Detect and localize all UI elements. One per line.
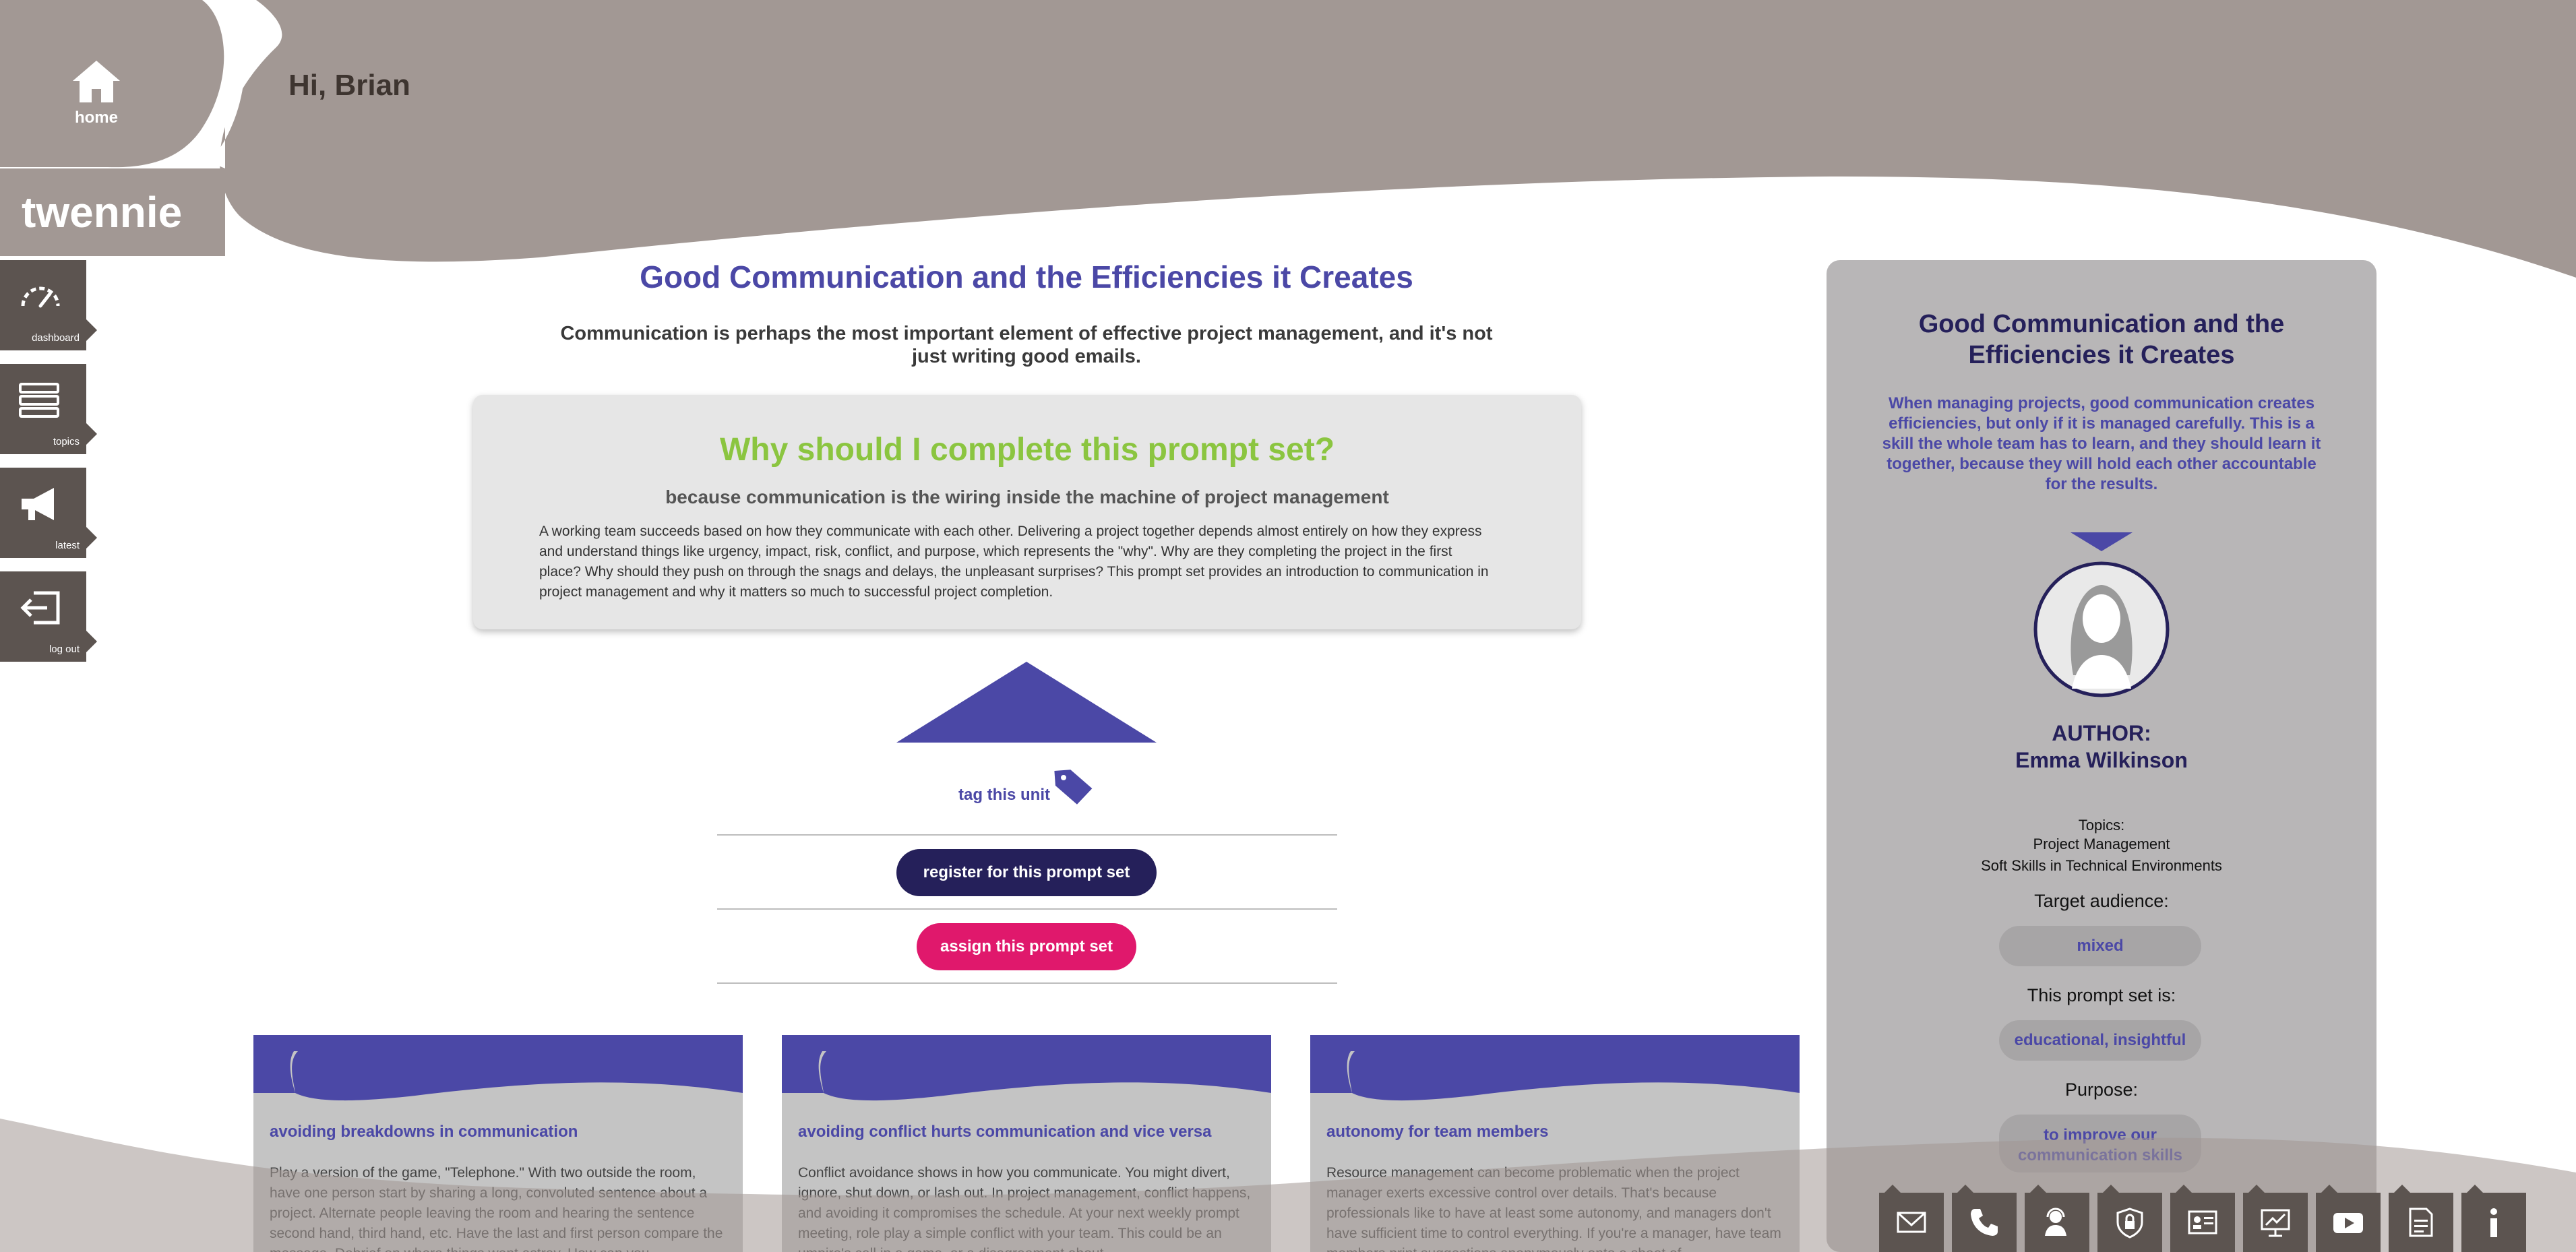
card-body: Resource management can become problemat… — [1326, 1165, 1781, 1252]
nav-label: latest — [55, 540, 80, 551]
page-subtitle: Communication is perhaps the most import… — [560, 323, 1493, 367]
set-is-badge: educational, insightful — [1999, 1020, 2201, 1061]
why-title: Why should I complete this prompt set? — [719, 432, 1335, 468]
topic-item: Project Management — [2033, 836, 2170, 852]
toolbar-privacy[interactable] — [2097, 1185, 2162, 1252]
home-button[interactable]: home — [59, 59, 133, 133]
list-icon — [19, 383, 59, 418]
prompt-card[interactable]: avoiding conflict hurts communication an… — [782, 1035, 1271, 1252]
topic-item: Soft Skills in Technical Environments — [1981, 857, 2222, 874]
id-card-icon — [2188, 1210, 2217, 1234]
nav-latest[interactable]: latest — [0, 468, 97, 558]
author-avatar — [2033, 561, 2170, 697]
purpose-label: Purpose: — [2064, 1079, 2139, 1100]
topics-label: Topics: — [2078, 817, 2125, 834]
card-title: avoiding conflict hurts communication an… — [798, 1123, 1212, 1141]
toolbar-info[interactable] — [2461, 1185, 2526, 1252]
tag-icon — [1054, 770, 1093, 805]
divider — [717, 834, 1337, 836]
register-button[interactable]: register for this prompt set — [896, 849, 1157, 896]
video-play-icon — [2333, 1213, 2363, 1233]
nav-label: dashboard — [32, 332, 80, 344]
megaphone-icon — [22, 488, 54, 520]
header-background — [0, 0, 2576, 278]
author-name: Emma Wilkinson — [2015, 748, 2188, 772]
page-title: Good Communication and the Efficiencies … — [640, 259, 1413, 294]
greeting: Hi, Brian — [288, 69, 410, 102]
toolbar-support[interactable] — [2025, 1185, 2089, 1252]
card-header-wave — [1310, 1035, 1800, 1101]
speedometer-icon — [21, 286, 60, 308]
card-title: autonomy for team members — [1326, 1123, 1549, 1141]
toolbar-presentation[interactable] — [2243, 1185, 2308, 1252]
card-header-wave — [782, 1035, 1271, 1101]
panel-description: When managing projects, good communicati… — [1882, 394, 2321, 493]
brand-logo: twennie — [0, 168, 225, 256]
prompt-card[interactable]: autonomy for team members Resource manag… — [1310, 1035, 1800, 1252]
purpose-badge: to improve our communication skills — [1999, 1115, 2201, 1172]
why-subtitle: because communication is the wiring insi… — [665, 487, 1389, 507]
down-arrow-icon — [2071, 532, 2133, 551]
set-is-label: This prompt set is: — [2027, 985, 2176, 1005]
nav-dashboard[interactable]: dashboard — [0, 260, 97, 350]
info-icon — [2490, 1208, 2497, 1237]
divider — [717, 982, 1337, 984]
home-label: home — [74, 108, 118, 127]
card-title: avoiding breakdowns in communication — [270, 1123, 578, 1141]
terms-document-icon — [2409, 1208, 2433, 1237]
presentation-icon — [2261, 1209, 2290, 1237]
why-body: A working team succeeds based on how the… — [539, 524, 1489, 600]
assign-button[interactable]: assign this prompt set — [917, 923, 1136, 970]
tag-label: tag this unit — [958, 786, 1050, 804]
support-agent-icon — [2045, 1208, 2066, 1236]
nav-label: log out — [49, 644, 80, 655]
nav-label: topics — [53, 436, 80, 447]
audience-label: Target audience: — [2034, 891, 2169, 911]
author-label: AUTHOR: — [2052, 721, 2151, 745]
privacy-shield-icon — [2116, 1208, 2143, 1239]
toolbar-id[interactable] — [2170, 1185, 2235, 1252]
logout-icon — [20, 591, 60, 625]
card-body: Conflict avoidance shows in how you comm… — [798, 1165, 1251, 1252]
toolbar-terms[interactable] — [2389, 1185, 2453, 1252]
nav-log-out[interactable]: log out — [0, 571, 97, 662]
toolbar-phone[interactable] — [1952, 1185, 2017, 1252]
expand-triangle-icon[interactable] — [896, 662, 1157, 743]
home-icon — [73, 61, 120, 102]
divider — [717, 908, 1337, 910]
card-body: Play a version of the game, "Telephone."… — [270, 1165, 723, 1252]
toolbar-mail[interactable] — [1879, 1185, 1944, 1252]
phone-icon — [1971, 1209, 1998, 1236]
toolbar-video[interactable] — [2316, 1185, 2381, 1252]
card-header-wave — [253, 1035, 743, 1101]
prompt-card[interactable]: avoiding breakdowns in communication Pla… — [253, 1035, 743, 1252]
panel-title: Good Communication and the Efficiencies … — [1918, 310, 2285, 369]
audience-badge: mixed — [1999, 926, 2201, 966]
nav-topics[interactable]: topics — [0, 364, 97, 454]
tag-unit-link[interactable]: tag this unit — [930, 765, 1126, 806]
mail-icon — [1897, 1212, 1926, 1233]
